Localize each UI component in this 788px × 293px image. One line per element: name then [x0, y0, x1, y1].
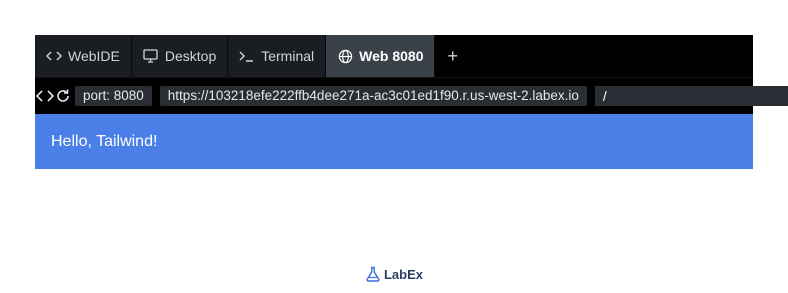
footer-brand: LabEx	[0, 266, 788, 282]
chevron-right-icon	[47, 90, 55, 102]
forward-button[interactable]	[45, 80, 55, 112]
chevron-left-icon	[35, 90, 43, 102]
back-button[interactable]	[35, 80, 45, 112]
url-field[interactable]: https://103218efe222ffb4dee271a-ac3c01ed…	[159, 86, 587, 106]
globe-icon	[337, 48, 353, 64]
tab-desktop[interactable]: Desktop	[131, 35, 229, 77]
banner-text: Hello, Tailwind!	[51, 132, 158, 150]
tab-terminal[interactable]: Terminal	[228, 35, 327, 77]
monitor-icon	[143, 48, 159, 64]
port-label: port: 8080	[75, 86, 152, 106]
path-input[interactable]	[594, 86, 788, 106]
tab-webide[interactable]: WebIDE	[35, 35, 132, 77]
tab-web-8080[interactable]: Web 8080	[326, 35, 436, 77]
reload-icon	[57, 89, 69, 102]
code-icon	[46, 48, 62, 64]
browser-frame: WebIDE Desktop Terminal Web 8080 + port:…	[35, 35, 788, 169]
terminal-icon	[239, 48, 255, 64]
tab-label: Desktop	[164, 48, 217, 64]
page-banner: Hello, Tailwind!	[35, 114, 753, 169]
tab-label: WebIDE	[68, 48, 120, 64]
add-tab-button[interactable]: +	[435, 35, 470, 77]
flask-icon	[366, 266, 380, 282]
plus-icon: +	[447, 45, 458, 66]
tab-bar: WebIDE Desktop Terminal Web 8080 +	[35, 35, 753, 77]
reload-button[interactable]	[55, 80, 71, 112]
tab-label: Terminal	[261, 48, 315, 64]
navigation-bar: port: 8080 https://103218efe222ffb4dee27…	[35, 77, 788, 114]
tab-label: Web 8080	[359, 48, 424, 64]
brand-name: LabEx	[383, 266, 423, 282]
